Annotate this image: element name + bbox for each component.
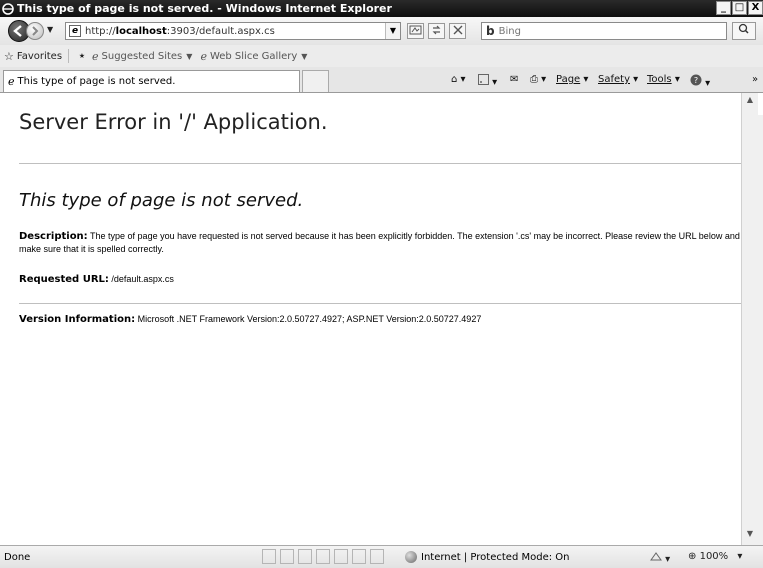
page-content: Server Error in '/' Application. This ty…	[9, 93, 741, 545]
status-pane	[352, 549, 366, 564]
close-button[interactable]: X	[748, 1, 763, 15]
forward-arrow-icon	[32, 26, 39, 36]
tab-bar: ℯ This type of page is not served. ⌂ ▾ ▾…	[0, 67, 763, 93]
status-pane	[316, 549, 330, 564]
version-divider	[19, 303, 741, 304]
new-tab-button[interactable]	[302, 70, 329, 92]
favorites-button[interactable]: ☆ Favorites	[4, 50, 62, 63]
tab-current-page[interactable]: ℯ This type of page is not served.	[3, 70, 300, 92]
error-title: This type of page is not served.	[19, 190, 304, 211]
favorites-label: Favorites	[16, 50, 63, 62]
feeds-button[interactable]: ▾	[478, 74, 497, 88]
address-bar[interactable]: e http://localhost:3903/default.aspx.cs …	[65, 22, 401, 40]
add-favorite-icon: ⭑	[79, 49, 85, 62]
zoom-level: 100%	[699, 551, 729, 562]
chevron-down-icon: ▾	[737, 551, 743, 562]
safety-menu[interactable]: Safety ▾	[598, 74, 638, 85]
security-zone[interactable]: Internet | Protected Mode: On	[405, 551, 569, 563]
version-paragraph: Version Information: Microsoft .NET Fram…	[19, 313, 741, 326]
ie-page-icon: ℯ	[92, 49, 99, 63]
description-text: The type of page you have requested is n…	[19, 231, 740, 254]
stop-button[interactable]	[449, 23, 466, 39]
protected-mode-button[interactable]: ▾	[650, 551, 670, 565]
content-left-margin	[0, 93, 9, 545]
refresh-icon	[432, 25, 441, 35]
navigation-bar: ▼ e http://localhost:3903/default.aspx.c…	[0, 17, 763, 45]
window-title: This type of page is not served. - Windo…	[17, 2, 392, 15]
status-bar: Done Internet | Protected Mode: On ▾ ⊕ 1…	[0, 545, 763, 568]
protected-mode-icon	[650, 552, 662, 561]
security-zone-label: Internet | Protected Mode: On	[421, 551, 570, 563]
zoom-button[interactable]: ⊕ 100% ▾	[688, 551, 742, 562]
window-controls: _ □ X	[716, 1, 763, 15]
ie-logo-icon	[2, 2, 14, 15]
forward-button[interactable]	[26, 22, 44, 40]
window-title-bar: This type of page is not served. - Windo…	[0, 0, 763, 17]
svg-text:?: ?	[694, 76, 698, 85]
description-paragraph: Description: The type of page you have r…	[19, 230, 741, 255]
vertical-scrollbar[interactable]: ▲ ▼	[741, 93, 758, 545]
chevron-more-icon[interactable]: »	[752, 74, 758, 85]
scroll-down-arrow-icon[interactable]: ▼	[744, 529, 756, 543]
status-pane	[298, 549, 312, 564]
suggested-sites-link[interactable]: ℯ Suggested Sites ▼	[92, 50, 192, 63]
page-title: Server Error in '/' Application.	[19, 110, 328, 134]
bing-logo-icon: b	[486, 24, 495, 38]
globe-icon	[405, 551, 417, 563]
read-mail-button[interactable]: ✉	[510, 74, 518, 85]
tools-menu[interactable]: Tools ▾	[647, 74, 680, 85]
version-value: Microsoft .NET Framework Version:2.0.507…	[135, 314, 482, 324]
address-url[interactable]: http://localhost:3903/default.aspx.cs	[85, 26, 275, 37]
ie-page-icon: ℯ	[8, 75, 15, 88]
status-pane	[262, 549, 276, 564]
search-box[interactable]: b	[481, 22, 727, 40]
scroll-up-arrow-icon[interactable]: ▲	[744, 95, 756, 109]
refresh-button[interactable]	[428, 23, 445, 39]
chevron-down-icon: ▼	[301, 51, 308, 61]
compatibility-view-icon	[409, 25, 422, 35]
search-button[interactable]	[732, 22, 756, 40]
star-icon: ☆	[4, 49, 14, 63]
requested-url-paragraph: Requested URL: /default.aspx.cs	[19, 273, 741, 286]
print-button[interactable]: ⎙ ▾	[530, 74, 546, 85]
status-pane	[334, 549, 348, 564]
help-icon: ?	[690, 74, 702, 86]
status-pane	[370, 549, 384, 564]
heading-divider	[19, 163, 741, 164]
favorites-bar: ☆ Favorites ⭑ ℯ Suggested Sites ▼ ℯ Web …	[0, 45, 763, 67]
search-icon	[738, 23, 749, 34]
status-text: Done	[4, 552, 31, 563]
page-menu[interactable]: Page ▾	[556, 74, 588, 85]
add-to-favorites-bar-button[interactable]: ⭑	[79, 49, 88, 63]
web-slice-gallery-link[interactable]: ℯ Web Slice Gallery ▼	[200, 50, 307, 63]
minimize-button[interactable]: _	[716, 1, 731, 15]
version-label: Version Information:	[19, 314, 136, 325]
rss-feed-icon	[478, 74, 489, 85]
maximize-button[interactable]: □	[732, 1, 747, 15]
zoom-icon: ⊕	[688, 551, 697, 562]
web-slice-icon: ℯ	[200, 49, 207, 63]
status-pane	[280, 549, 294, 564]
stop-icon	[453, 25, 462, 35]
chevron-down-icon: ▼	[186, 51, 193, 61]
description-label: Description:	[19, 231, 88, 242]
compatibility-view-button[interactable]	[407, 23, 424, 39]
recent-pages-dropdown[interactable]: ▼	[47, 25, 53, 34]
help-button[interactable]: ? ▾	[690, 74, 710, 89]
requested-url-label: Requested URL:	[19, 274, 109, 285]
search-input[interactable]	[498, 25, 699, 37]
requested-url-value: /default.aspx.cs	[108, 274, 174, 284]
suggested-sites-label: Suggested Sites	[101, 50, 183, 62]
address-dropdown-button[interactable]: ▼	[385, 23, 400, 39]
tab-title: This type of page is not served.	[17, 76, 176, 87]
home-button[interactable]: ⌂ ▾	[451, 74, 466, 85]
page-icon: e	[69, 25, 81, 37]
favorites-separator	[68, 49, 70, 63]
web-slice-gallery-label: Web Slice Gallery	[209, 50, 298, 62]
